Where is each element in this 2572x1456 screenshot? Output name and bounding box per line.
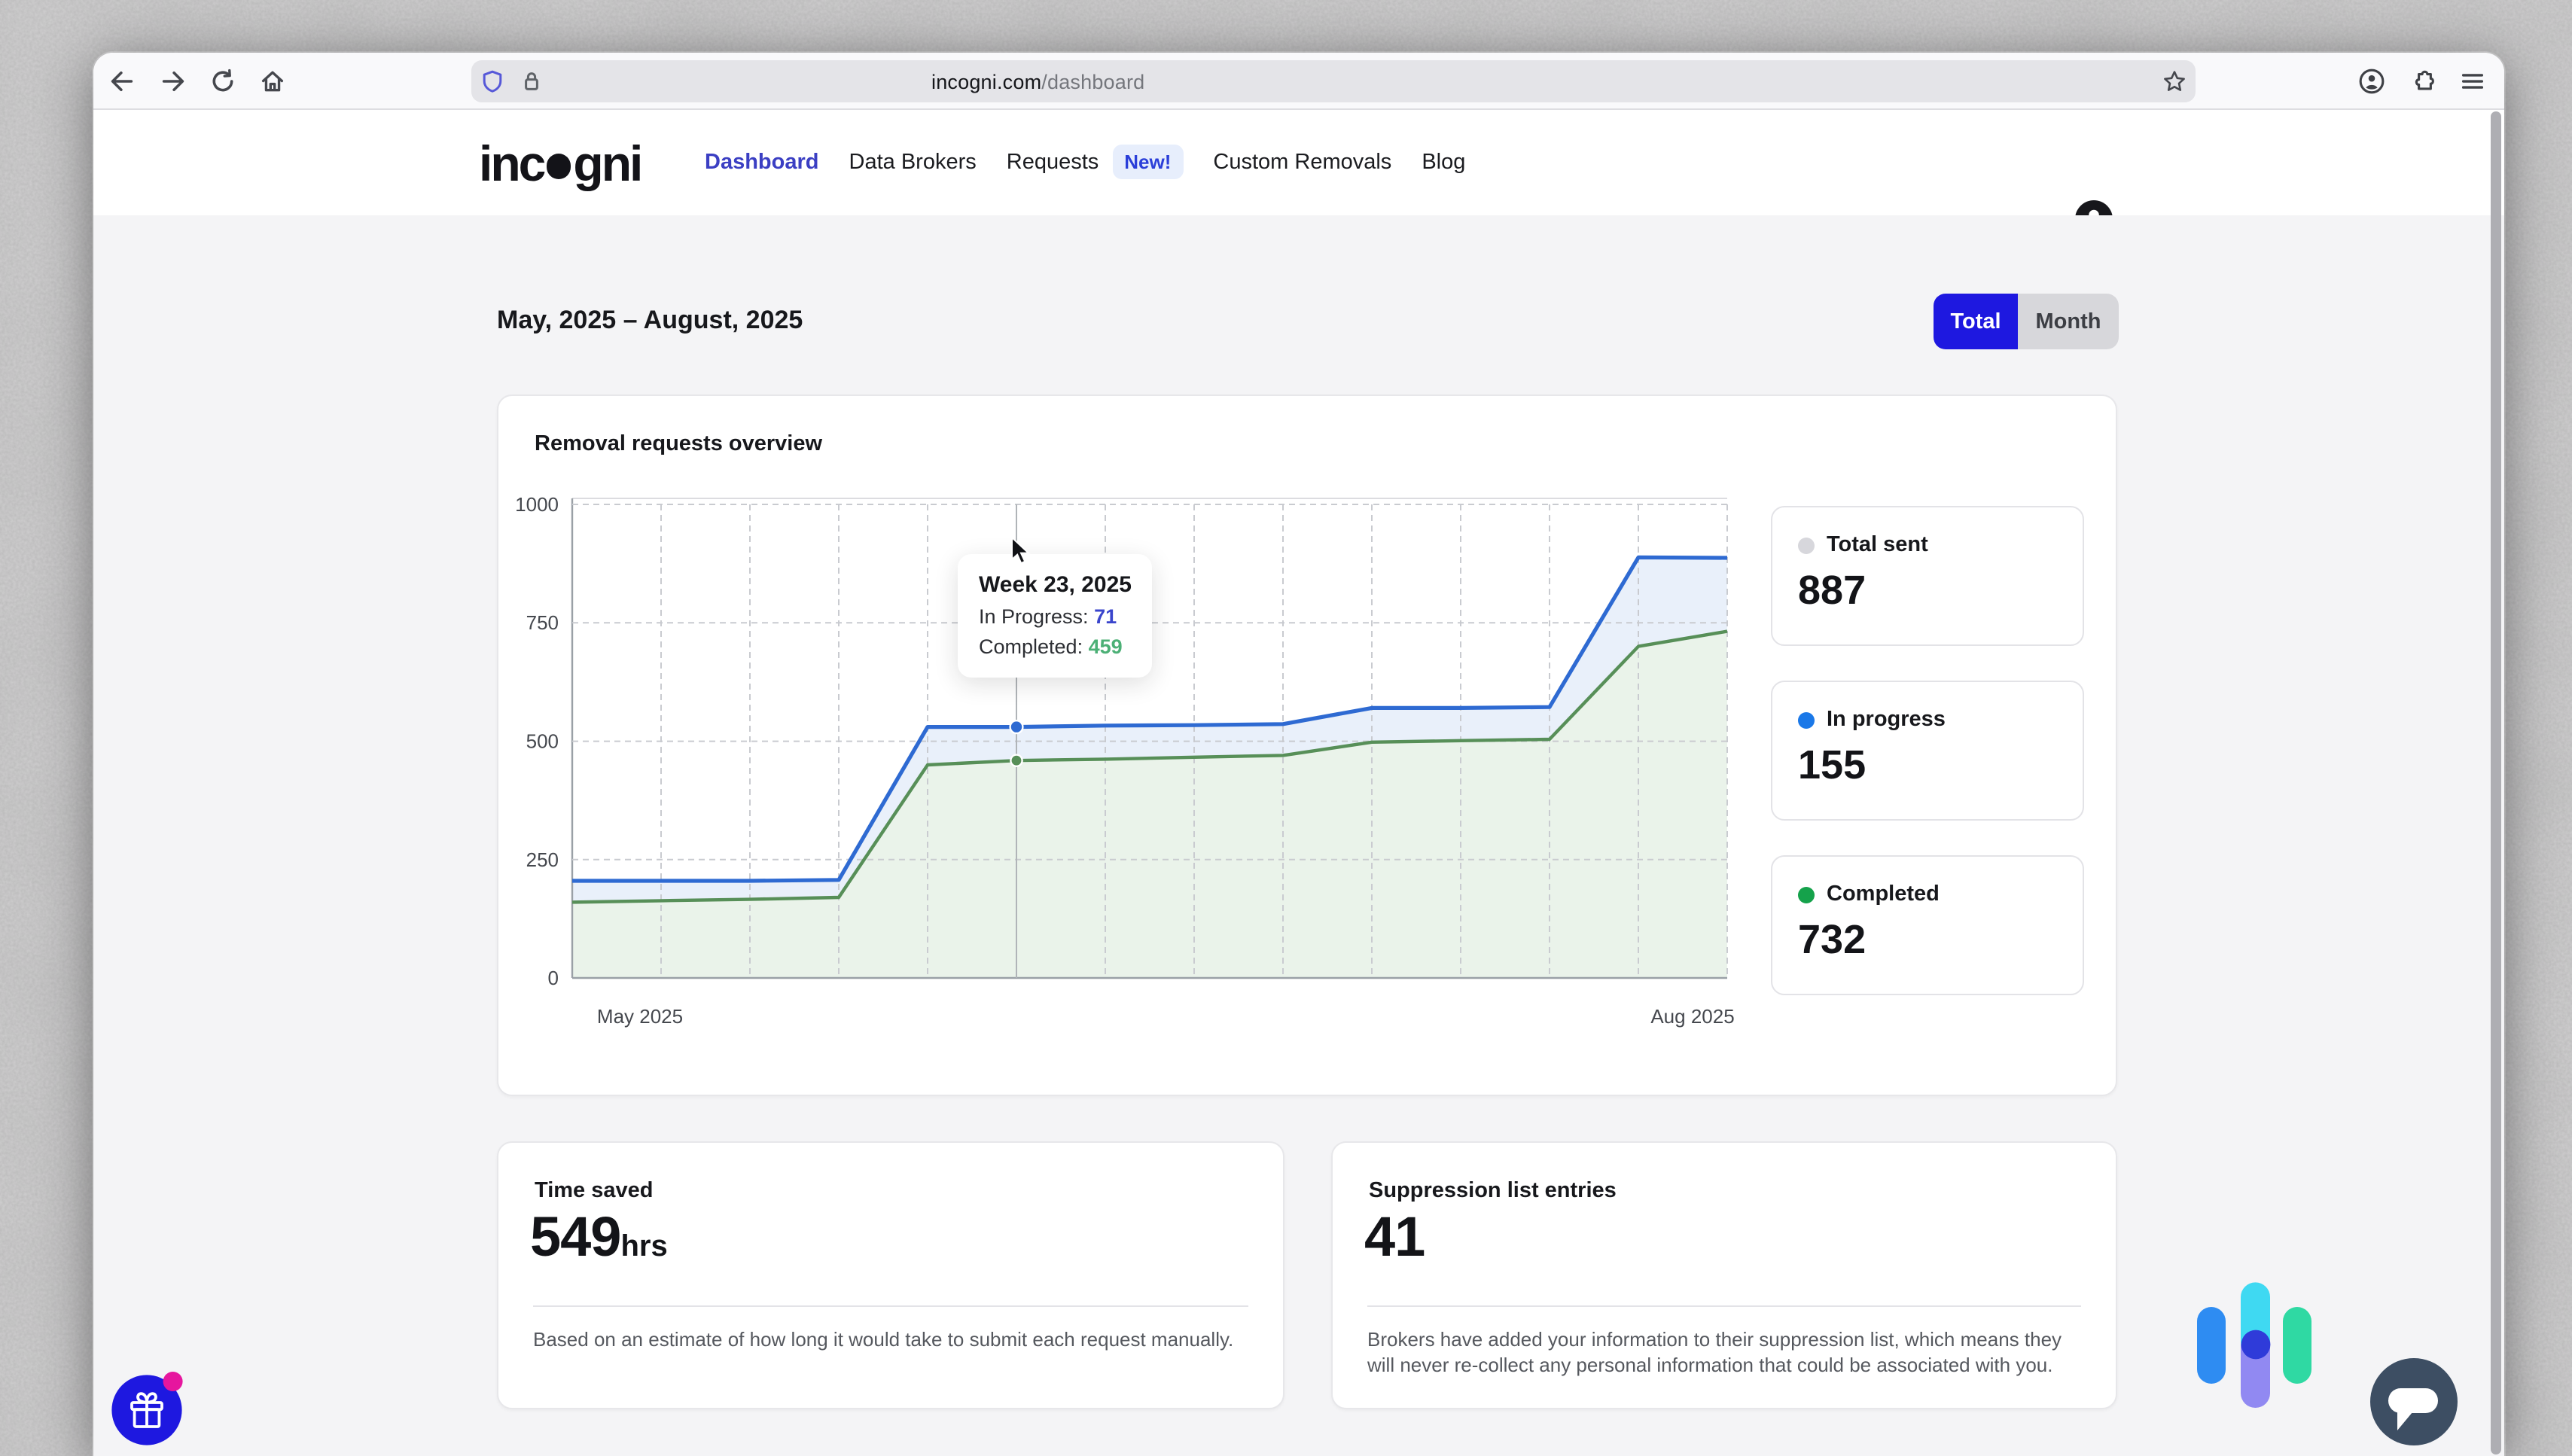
svg-text:Aug 2025: Aug 2025 — [1650, 1005, 1734, 1028]
time-saved-caption: Based on an estimate of how long it woul… — [533, 1328, 1241, 1353]
nav-item-blog[interactable]: Blog — [1422, 151, 1465, 175]
browser-window: incogni.com/dashboard incgni Dashboard — [93, 53, 2503, 1455]
menu-icon[interactable] — [2459, 68, 2486, 95]
total-sent-dot — [1798, 537, 1815, 553]
nav-links: Dashboard Data Brokers Requests New! Cus… — [705, 109, 1465, 215]
stat-card-total-sent: Total sent 887 — [1771, 506, 2084, 646]
nav-item-requests[interactable]: Requests — [1007, 151, 1099, 175]
url-bar[interactable]: incogni.com/dashboard — [471, 59, 2196, 102]
url-text: incogni.com/dashboard — [931, 70, 1144, 93]
url-path: /dashboard — [1041, 70, 1144, 93]
stat-card-completed: Completed 732 — [1771, 855, 2084, 995]
suppression-title: Suppression list entries — [1369, 1179, 1617, 1203]
url-host: incogni.com — [931, 70, 1041, 93]
nav-item-dashboard[interactable]: Dashboard — [705, 151, 819, 175]
time-saved-card: Time saved 549hrs Based on an estimate o… — [497, 1141, 1284, 1409]
account-icon[interactable] — [2358, 68, 2385, 95]
time-saved-unit: hrs — [620, 1230, 667, 1263]
in-progress-value: 155 — [1798, 742, 1866, 789]
bookmark-star-icon[interactable] — [2162, 69, 2186, 93]
in-progress-dot — [1798, 711, 1815, 728]
tooltip-title: Week 23, 2025 — [979, 572, 1132, 598]
extensions-icon[interactable] — [2409, 68, 2436, 95]
toggle-month-button[interactable]: Month — [2018, 294, 2119, 349]
time-saved-value: 549hrs — [530, 1206, 668, 1269]
svg-text:1000: 1000 — [515, 493, 559, 516]
completed-label: Completed — [1827, 882, 1940, 906]
incogni-logo[interactable]: incgni — [479, 135, 641, 192]
back-icon[interactable] — [108, 68, 136, 95]
suppression-card: Suppression list entries 41 Brokers have… — [1331, 1141, 2117, 1409]
completed-dot — [1798, 886, 1815, 903]
svg-text:750: 750 — [526, 611, 559, 634]
gift-button[interactable] — [108, 1369, 188, 1448]
browser-toolbar: incogni.com/dashboard — [93, 53, 2503, 109]
chat-button[interactable] — [2370, 1358, 2459, 1447]
shield-icon[interactable] — [480, 69, 504, 93]
forward-icon[interactable] — [160, 68, 187, 95]
time-saved-title: Time saved — [535, 1179, 653, 1203]
chart-tooltip: Week 23, 2025 In Progress: 71 Completed:… — [958, 554, 1153, 678]
date-range-heading: May, 2025 – August, 2025 — [497, 306, 803, 336]
divider — [533, 1305, 1248, 1307]
period-toggle: Total Month — [1934, 294, 2119, 349]
logo-o-dot — [546, 154, 571, 178]
home-icon[interactable] — [259, 68, 286, 95]
screen: incogni.com/dashboard incgni Dashboard — [0, 0, 2572, 1455]
tooltip-in-progress-row: In Progress: 71 — [979, 605, 1132, 628]
in-progress-label: In progress — [1827, 708, 1946, 732]
chat-bubble-icon — [2388, 1388, 2438, 1413]
tooltip-completed-row: Completed: 459 — [979, 635, 1132, 658]
mouse-cursor — [1010, 536, 1033, 568]
suppression-value: 41 — [1364, 1206, 1425, 1269]
svg-text:May 2025: May 2025 — [597, 1005, 683, 1028]
completed-value: 732 — [1798, 917, 1866, 964]
page-scrollbar-thumb[interactable] — [2491, 111, 2500, 1454]
suppression-caption: Brokers have added your information to t… — [1367, 1328, 2074, 1378]
gift-notification-dot — [163, 1372, 183, 1391]
svg-text:500: 500 — [526, 730, 559, 753]
nav-item-data-brokers[interactable]: Data Brokers — [849, 151, 977, 175]
brand-logo-bars — [2191, 1277, 2319, 1415]
toggle-total-button[interactable]: Total — [1934, 294, 2018, 349]
stat-card-in-progress: In progress 155 — [1771, 681, 2084, 821]
removal-requests-card: Removal requests overview 02505007501000… — [497, 394, 2117, 1096]
new-badge: New! — [1112, 145, 1183, 180]
reload-icon[interactable] — [209, 68, 236, 95]
nav-item-custom-removals[interactable]: Custom Removals — [1213, 151, 1391, 175]
site-navbar: incgni Dashboard Data Brokers Requests N… — [93, 109, 2503, 215]
divider — [1367, 1305, 2081, 1307]
svg-text:0: 0 — [548, 967, 559, 989]
total-sent-label: Total sent — [1827, 533, 1928, 557]
total-sent-value: 887 — [1798, 568, 1866, 614]
svg-text:250: 250 — [526, 848, 559, 871]
lock-icon[interactable] — [519, 69, 543, 93]
